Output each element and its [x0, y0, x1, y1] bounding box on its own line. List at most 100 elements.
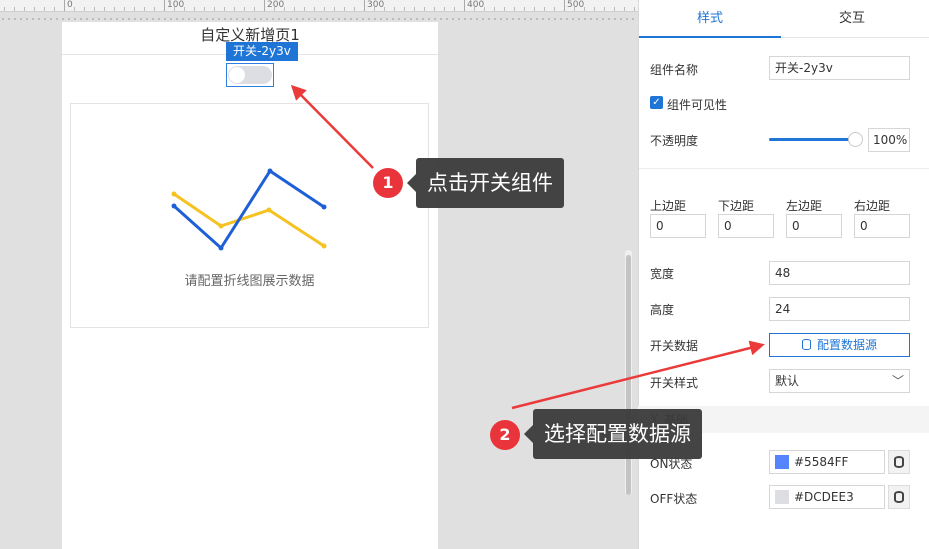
on-color-swatch[interactable] — [775, 455, 789, 469]
off-state-label: OFF状态 — [650, 492, 698, 506]
ruler-minor-tick — [374, 7, 375, 11]
configure-datasource-button[interactable]: 配置数据源 — [769, 333, 910, 357]
switch-style-value: 默认 — [775, 374, 800, 388]
ruler-minor-tick — [94, 7, 95, 11]
opacity-slider-handle[interactable] — [848, 132, 863, 147]
point-blue — [218, 245, 224, 251]
ruler-minor-tick — [74, 7, 75, 11]
point-yellow — [218, 223, 224, 229]
ruler-minor-tick — [454, 7, 455, 11]
switch-knob — [229, 67, 245, 83]
ruler-minor-tick — [534, 7, 535, 11]
switch-component[interactable] — [226, 63, 274, 87]
canvas-scrollbar-thumb[interactable] — [626, 255, 631, 495]
switch-data-label: 开关数据 — [650, 339, 699, 353]
database-icon — [801, 339, 811, 350]
ruler-minor-tick — [34, 7, 35, 11]
tab-interaction[interactable]: 交互 — [781, 0, 923, 38]
margin-left-label: 左边距 — [786, 199, 823, 213]
ruler-label: 300 — [367, 0, 385, 10]
component-name-input[interactable]: 开关-2y3v — [769, 56, 910, 80]
line-chart-component[interactable]: 请配置折线图展示数据 — [70, 103, 429, 328]
ruler-tick — [64, 0, 65, 11]
ruler-tick — [164, 0, 165, 11]
ruler-minor-tick — [24, 7, 25, 11]
ruler-minor-tick — [544, 7, 545, 11]
ruler-minor-tick — [414, 7, 415, 11]
ruler-label: 500 — [567, 0, 585, 10]
ruler-tick — [464, 0, 465, 11]
ruler-minor-tick — [384, 7, 385, 11]
point-blue — [267, 168, 273, 174]
datasource-button-label: 配置数据源 — [816, 338, 877, 352]
ruler-minor-tick — [114, 7, 115, 11]
off-color-swatch[interactable] — [775, 490, 789, 504]
ruler-minor-tick — [184, 7, 185, 11]
width-input[interactable]: 48 — [769, 261, 910, 285]
ruler-minor-tick — [204, 7, 205, 11]
ruler-minor-tick — [284, 7, 285, 11]
ruler-minor-tick — [294, 7, 295, 11]
ruler-minor-tick — [324, 7, 325, 11]
point-yellow — [321, 243, 327, 249]
on-color-datasource-button[interactable] — [888, 450, 910, 474]
ruler-tick — [364, 0, 365, 11]
ruler-minor-tick — [584, 7, 585, 11]
ruler-minor-tick — [224, 7, 225, 11]
component-name-label: 组件名称 — [650, 63, 699, 77]
ruler-minor-tick — [234, 7, 235, 11]
ruler-minor-tick — [484, 7, 485, 11]
switch-style-select[interactable]: 默认 ﹀ — [769, 369, 910, 393]
ruler-minor-tick — [304, 7, 305, 11]
margin-bottom-input[interactable]: 0 — [718, 214, 774, 238]
on-color-input[interactable]: #5584FF — [769, 450, 885, 474]
step-2-callout: 选择配置数据源 — [524, 409, 702, 459]
step-1-callout: 点击开关组件 — [407, 158, 564, 208]
ruler-minor-tick — [124, 7, 125, 11]
ruler-minor-tick — [154, 7, 155, 11]
ruler-minor-tick — [334, 7, 335, 11]
opacity-slider[interactable] — [769, 138, 857, 141]
chart-placeholder-text: 请配置折线图展示数据 — [184, 274, 315, 289]
margin-right-label: 右边距 — [854, 199, 891, 213]
ruler-minor-tick — [144, 7, 145, 11]
ruler-minor-tick — [84, 7, 85, 11]
point-yellow — [266, 207, 272, 213]
panel-tabs: 样式 交互 — [639, 0, 929, 38]
opacity-input[interactable]: 100% — [868, 128, 910, 152]
ruler-minor-tick — [634, 7, 635, 11]
horizontal-ruler: 0 100 200 300 400 500 — [0, 0, 638, 12]
off-color-input[interactable]: #DCDEE3 — [769, 485, 885, 509]
ruler-minor-tick — [434, 7, 435, 11]
height-input[interactable]: 24 — [769, 297, 910, 321]
off-color-datasource-button[interactable] — [888, 485, 910, 509]
point-yellow — [171, 191, 177, 197]
margin-left-input[interactable]: 0 — [786, 214, 842, 238]
ruler-tick — [264, 0, 265, 11]
switch-style-label: 开关样式 — [650, 376, 699, 390]
ruler-minor-tick — [194, 7, 195, 11]
chevron-down-icon: ﹀ — [891, 374, 904, 388]
margin-top-input[interactable]: 0 — [650, 214, 706, 238]
margin-right-input[interactable]: 0 — [854, 214, 910, 238]
database-icon — [894, 491, 904, 503]
ruler-minor-tick — [614, 7, 615, 11]
ruler-minor-tick — [354, 7, 355, 11]
point-blue — [321, 204, 327, 210]
ruler-label: 400 — [467, 0, 485, 10]
tab-style[interactable]: 样式 — [639, 0, 781, 38]
line-chart-placeholder-icon — [171, 168, 327, 251]
ruler-label: 200 — [267, 0, 285, 10]
ruler-minor-tick — [474, 7, 475, 11]
switch-toggle[interactable] — [228, 66, 272, 84]
ruler-tick — [564, 0, 565, 11]
selected-component-tag: 开关-2y3v — [226, 42, 298, 61]
visible-label: 组件可见性 — [667, 98, 728, 112]
database-icon — [894, 456, 904, 468]
margin-bottom-label: 下边距 — [718, 199, 755, 213]
ruler-minor-tick — [494, 7, 495, 11]
off-color-value: #DCDEE3 — [794, 490, 854, 504]
section-divider — [639, 168, 929, 169]
step-2-badge: 2 — [490, 420, 520, 450]
visible-checkbox[interactable]: ✓ — [650, 96, 663, 109]
